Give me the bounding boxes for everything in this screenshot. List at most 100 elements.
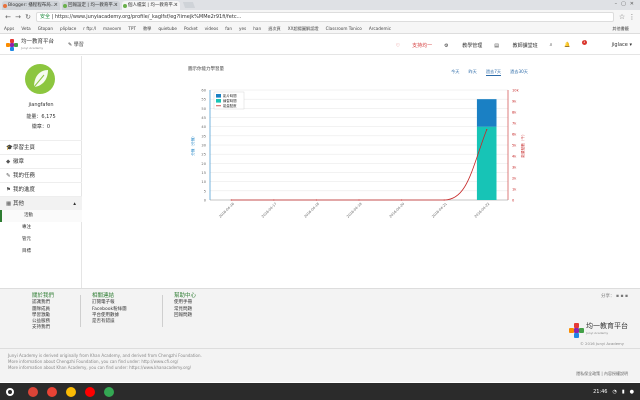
- submenu-item-focus[interactable]: 專注: [0, 222, 82, 234]
- browser-tab-active[interactable]: 個人檔案 | 均一教育平... ×: [122, 1, 180, 10]
- bookmark-item[interactable]: 週次頁: [268, 26, 281, 32]
- footer-logo-subtitle: Junyi Academy: [586, 331, 609, 335]
- bookmark-item[interactable]: quietube: [158, 26, 177, 31]
- close-tab-icon[interactable]: ×: [54, 1, 58, 10]
- menu-item-missions[interactable]: ✎ 我的任務: [0, 168, 82, 182]
- support-link[interactable]: ♡ 支持均一: [396, 42, 433, 49]
- legend-swatch: [216, 94, 221, 98]
- menu-item-learning-home[interactable]: 🎓學習主頁: [0, 140, 82, 154]
- y-tick-label-left: 0: [204, 199, 207, 203]
- browser-tab[interactable]: 回報設定 | 均一教育平... ×: [62, 1, 120, 10]
- launcher-icon[interactable]: [6, 387, 14, 396]
- y-tick-label-left: 60: [201, 89, 206, 93]
- menu-item-other[interactable]: ▦ 其他 ▴: [0, 196, 82, 210]
- bookmark-item[interactable]: Pocket: [184, 26, 198, 31]
- bookmark-item[interactable]: Apps: [4, 26, 14, 31]
- drive-icon[interactable]: [66, 386, 76, 397]
- range-last-30-days[interactable]: 過去30天: [510, 69, 528, 76]
- forward-arrow-icon[interactable]: →: [13, 13, 23, 21]
- junyi-logo-icon: [569, 323, 584, 338]
- menu-item-badges[interactable]: ◆ 徽章: [0, 154, 82, 168]
- y-tick-label-left: 10: [201, 180, 206, 184]
- bookmark-item[interactable]: yes: [239, 26, 246, 31]
- teacher-admin-link[interactable]: ⚙ 教學管理: [444, 42, 482, 49]
- leaf-avatar-icon: [33, 70, 48, 88]
- bookmark-item[interactable]: r ftp:/l: [83, 26, 96, 31]
- new-tab-button[interactable]: [182, 2, 196, 8]
- bookmark-item[interactable]: XX超揚圖解認證: [288, 26, 319, 32]
- y-tick-label-right: 4k: [512, 155, 517, 159]
- search-icon[interactable]: ⌕: [550, 42, 553, 48]
- y-tick-label-left: 55: [201, 98, 206, 102]
- footer-link[interactable]: Facebook粉絲團: [92, 307, 127, 313]
- bookmark-item[interactable]: pliplace: [60, 26, 76, 31]
- activity-chart: 0 5 10 15 20 25 30 35 40 45 50 55 60 0 1k 2k 3k 4k 5k 6k 7k 8…: [190, 89, 525, 219]
- range-yesterday[interactable]: 昨天: [468, 69, 476, 76]
- footer-link[interactable]: 支持我們: [32, 325, 54, 331]
- footer-heading: 相關連結: [92, 293, 115, 299]
- flag-icon: ⚑: [6, 187, 11, 193]
- close-tab-icon[interactable]: ×: [174, 1, 178, 10]
- submenu-item-activity[interactable]: 活動: [0, 210, 82, 222]
- footer-logo-title: 均一教育平台: [586, 322, 628, 330]
- bookmark-item[interactable]: han: [253, 26, 261, 31]
- tutor-class-link[interactable]: ▤ 教師課堂班: [494, 42, 537, 49]
- x-tick-label: 2016-04-19: [346, 202, 363, 219]
- browser-tab[interactable]: Blogger: 播程程布局... ×: [2, 1, 60, 10]
- notification-bell-icon[interactable]: 🔔 1: [564, 40, 587, 48]
- graduation-cap-icon: 🎓: [6, 145, 13, 151]
- legend-label: 影片時間: [223, 93, 237, 98]
- close-tab-icon[interactable]: ×: [114, 1, 118, 10]
- bookmark-item[interactable]: Veta: [21, 26, 30, 31]
- range-today[interactable]: 今天: [451, 69, 459, 76]
- share-icons[interactable]: ▪ ▪ ▪: [616, 294, 628, 299]
- y-tick-label-left: 5: [204, 189, 206, 193]
- junyi-favicon-icon: [123, 3, 127, 8]
- bookmark-item[interactable]: Arcademic: [369, 26, 391, 31]
- learn-link[interactable]: ✎ 學習: [68, 41, 84, 48]
- bookmark-item[interactable]: videos: [205, 26, 219, 31]
- y-tick-label-left: 35: [201, 134, 206, 138]
- bookmark-item[interactable]: Classroom Tonico: [326, 26, 362, 31]
- energy-line: [231, 129, 488, 201]
- menu-dots-icon[interactable]: ⋮: [627, 13, 637, 21]
- footer-link[interactable]: 是否有錯誤: [92, 319, 127, 325]
- junyi-logo-icon: [6, 38, 18, 51]
- submenu-item-goals[interactable]: 目標: [0, 246, 82, 258]
- system-tray[interactable]: 21:46 ◔ ▮ ●: [588, 383, 634, 400]
- bookmark-item[interactable]: mavovm: [103, 26, 121, 31]
- junyi-favicon-icon: [63, 3, 67, 8]
- back-arrow-icon[interactable]: ←: [3, 13, 13, 21]
- bookmark-item[interactable]: TPT: [128, 26, 136, 31]
- star-icon[interactable]: ☆: [617, 13, 627, 21]
- bookmark-item[interactable]: fan: [225, 26, 232, 31]
- notification-badge: 1: [581, 40, 587, 45]
- chrome-icon[interactable]: [28, 386, 38, 397]
- range-last-7-days[interactable]: 過去7天: [485, 69, 502, 76]
- avatar[interactable]: [25, 64, 55, 94]
- play-store-icon[interactable]: [104, 386, 114, 397]
- bar-segment: [476, 126, 497, 200]
- address-input[interactable]: 安全 | https://www.junyiacademy.org/profil…: [36, 12, 614, 22]
- energy-point: [443, 199, 445, 201]
- legal-line: More information about Chengzhi Foundati…: [8, 359, 179, 364]
- energy-point: [230, 199, 232, 201]
- reload-icon[interactable]: ↻: [23, 13, 33, 21]
- user-menu[interactable]: jiglace ▾: [600, 42, 632, 48]
- site-footer: 關於我們 認識我們 團隊成員 學習激勵 公益服務 支持我們 相關連結 訂閱電子報…: [0, 288, 640, 348]
- site-logo[interactable]: 均一教育平台 Junyi Academy: [6, 38, 54, 51]
- menu-item-progress[interactable]: ⚑ 我的進度: [0, 182, 82, 196]
- legal-links[interactable]: 隱私保全政策 | 內容授權說明: [576, 371, 628, 377]
- footer-link[interactable]: 回報問題: [174, 313, 196, 319]
- url-text: https://www.junyiacademy.org/profile/_ka…: [54, 14, 242, 20]
- youtube-icon[interactable]: [85, 386, 95, 397]
- gmail-icon[interactable]: [47, 386, 57, 397]
- submenu-item-manage[interactable]: 管元: [0, 234, 82, 246]
- legal-line: Junyi Academy is derived originally from…: [8, 353, 202, 358]
- clock: 21:46: [593, 388, 608, 395]
- energy-points: 能量：6,175: [26, 114, 56, 120]
- other-bookmarks[interactable]: 其他書籤: [612, 26, 629, 32]
- bookmark-item[interactable]: Gtopan: [38, 26, 53, 31]
- bookmark-item[interactable]: 教學: [143, 26, 151, 32]
- window-controls[interactable]: –▢✕: [615, 1, 638, 7]
